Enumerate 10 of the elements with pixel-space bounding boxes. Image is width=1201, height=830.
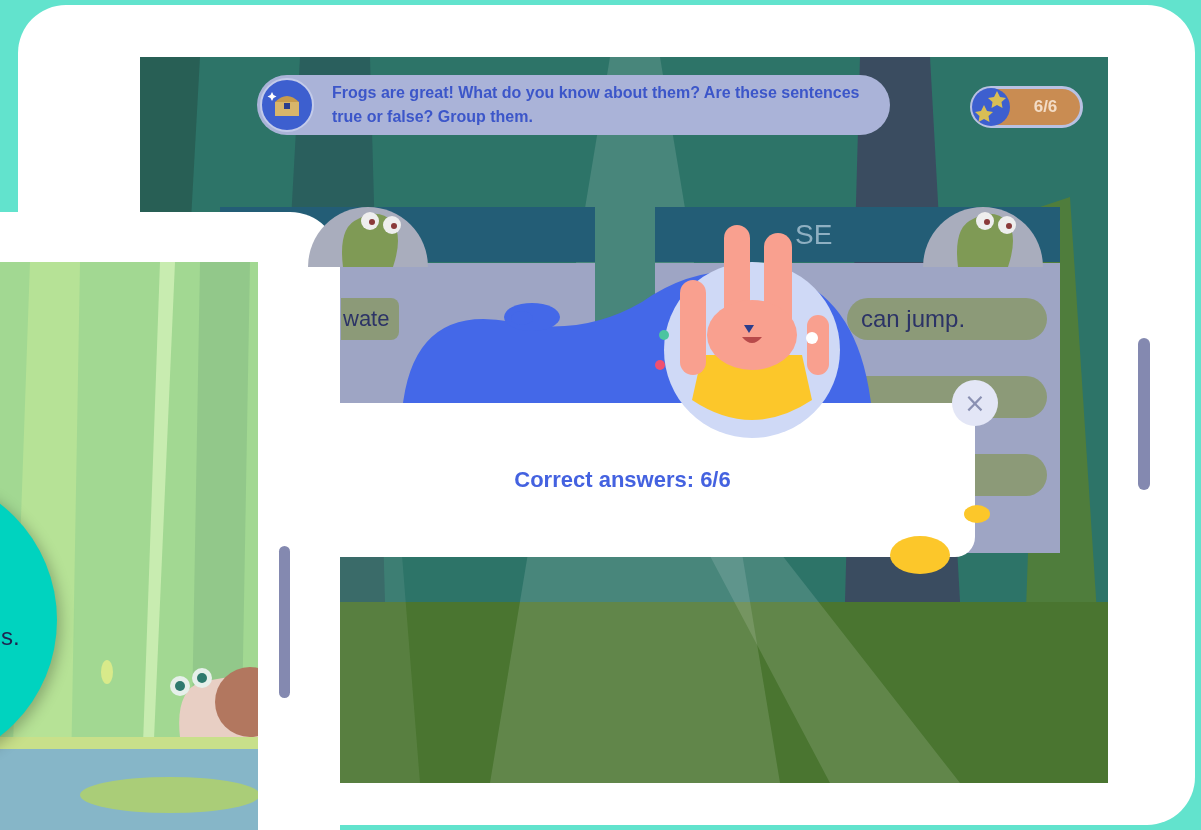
answer-card[interactable]: can jump.	[847, 298, 1047, 340]
result-message: Correct answers: 6/6	[514, 467, 731, 493]
paint-drop-drawing	[964, 505, 990, 523]
instruction-text: Frogs are great! What do you know about them? Are these sentences true or false? Group them.	[332, 83, 861, 127]
treasure-chest-icon	[260, 78, 314, 132]
answer-card[interactable]: wate	[341, 298, 399, 340]
group-title: SE	[795, 218, 833, 251]
score-text: 6/6	[1032, 97, 1059, 117]
caption-text: s.	[1, 623, 20, 651]
paint-drop-drawing	[890, 536, 950, 574]
